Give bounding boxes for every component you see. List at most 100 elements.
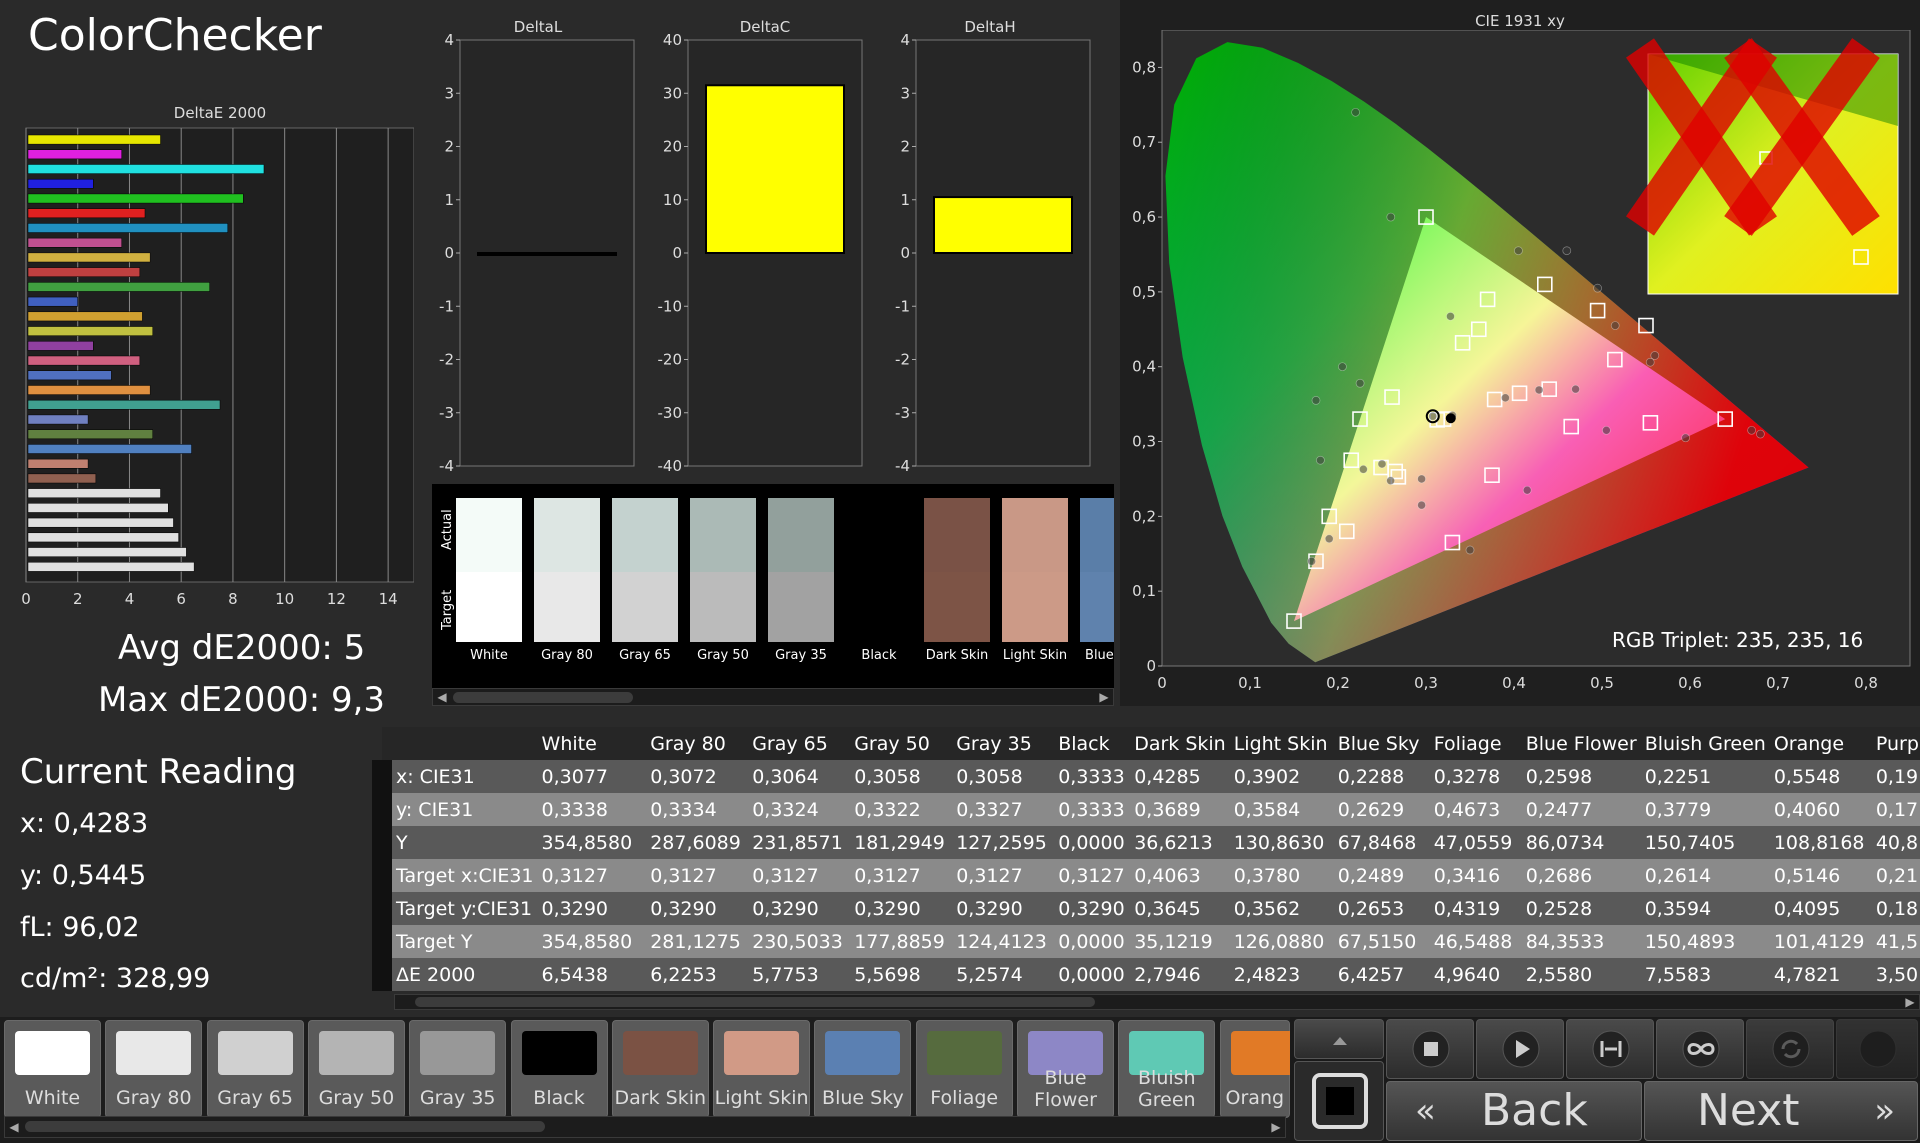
- patch-button[interactable]: Blue Sky: [814, 1020, 912, 1118]
- chevron-left-icon: «: [1415, 1091, 1436, 1131]
- deltae-bar: [27, 178, 94, 189]
- cie-y-tick-label: 0,1: [1132, 582, 1156, 600]
- swatch-scroll-thumb[interactable]: [453, 692, 633, 703]
- record-button[interactable]: [1294, 1061, 1384, 1141]
- swatch-label: White: [470, 648, 508, 663]
- table-cell: 0,3645: [1130, 892, 1230, 925]
- patch-chip: [926, 1031, 1002, 1075]
- deltac-tick-label: -40: [658, 457, 683, 475]
- cie-x-tick-label: 0,3: [1414, 674, 1438, 692]
- table-row: x: CIE31 0,3077 0,3072 0,3064 0,3058 0,3058 0,…: [372, 760, 1920, 793]
- table-scroll-right-icon[interactable]: ▶: [1903, 995, 1917, 1009]
- play-button[interactable]: [1476, 1019, 1564, 1079]
- patch-scroll-left-icon[interactable]: ◀: [7, 1117, 21, 1137]
- patch-button[interactable]: Gray 65: [206, 1020, 304, 1118]
- deltal-bar: [477, 252, 617, 256]
- deltah-tick-label: 0: [900, 244, 910, 262]
- table-cell: 0,3290: [952, 892, 1055, 925]
- table-cell: 0,3322: [850, 793, 953, 826]
- cie-measured-dot: [1501, 393, 1510, 403]
- scroll-right-icon[interactable]: ▶: [1097, 689, 1111, 705]
- swatch-label: Light Skin: [1002, 648, 1068, 663]
- fit-icon: [1592, 1030, 1630, 1068]
- table-row: Target y:CIE31 0,3290 0,3290 0,3290 0,3290 0,…: [372, 892, 1920, 925]
- table-cell: 4,7821: [1769, 958, 1872, 991]
- table-cell: 2,7946: [1130, 958, 1230, 991]
- deltac-tick-label: 20: [663, 138, 682, 156]
- cie-measured-dot: [1593, 283, 1602, 293]
- patch-button[interactable]: Light Skin: [713, 1020, 811, 1118]
- fit-button[interactable]: [1566, 1019, 1654, 1079]
- table-cell: 0,3127: [748, 859, 851, 892]
- patch-button[interactable]: Gray 80: [105, 1020, 203, 1118]
- swatch-label: Black: [861, 648, 897, 663]
- cie-x-tick-label: 0,6: [1678, 674, 1702, 692]
- table-scroll-thumb[interactable]: [415, 997, 1095, 1007]
- patch-button[interactable]: Blue Flower: [1017, 1020, 1114, 1118]
- table-cell: 0,5146: [1769, 859, 1872, 892]
- loop-button[interactable]: [1656, 1019, 1744, 1079]
- up-button[interactable]: [1294, 1019, 1384, 1059]
- table-cell: 46,5488: [1429, 925, 1522, 958]
- table-row-label: Target y:CIE31: [372, 892, 538, 925]
- swatch-scrollbar[interactable]: ◀ ▶: [432, 688, 1114, 706]
- refresh-button[interactable]: [1746, 1019, 1834, 1079]
- patch-button[interactable]: Foliage: [915, 1020, 1013, 1118]
- deltae-bar: [27, 517, 174, 528]
- current-reading-title: Current Reading: [20, 752, 297, 792]
- patch-button[interactable]: Black: [510, 1020, 608, 1118]
- cie-measured-dot: [1514, 246, 1523, 256]
- patch-scroll-right-icon[interactable]: ▶: [1269, 1117, 1283, 1137]
- patch-chip: [116, 1031, 192, 1075]
- back-button[interactable]: « Back: [1386, 1081, 1642, 1141]
- swatch-target: [690, 572, 756, 642]
- patch-button[interactable]: Bluish Green: [1118, 1020, 1216, 1118]
- table-cell: 0,2614: [1640, 859, 1770, 892]
- deltal-tick-label: 3: [444, 84, 454, 102]
- refresh-icon: [1772, 1030, 1810, 1068]
- patch-scrollbar[interactable]: ◀ ▶: [4, 1116, 1286, 1138]
- scroll-left-icon[interactable]: ◀: [435, 689, 449, 705]
- patch-button[interactable]: Orang: [1219, 1020, 1306, 1118]
- swatch-label: Blue Sky: [1085, 648, 1114, 663]
- table-cell: 0,4060: [1769, 793, 1872, 826]
- deltae-bar: [27, 149, 122, 160]
- deltal-chart: 4 3 2 1 0 -1 -2 -3 -4: [439, 31, 635, 475]
- swatch-actual: [1080, 498, 1114, 572]
- table-cell: 101,4129: [1769, 925, 1872, 958]
- table-cell: 124,4123: [952, 925, 1055, 958]
- deltae-tick-label: 14: [379, 590, 398, 608]
- table-cell: 0,3127: [537, 859, 647, 892]
- table-cell: 2,4823: [1229, 958, 1334, 991]
- table-scrollbar[interactable]: ▶: [394, 994, 1920, 1010]
- cie-measured-dot: [1351, 107, 1360, 117]
- swatch-actual: [768, 498, 834, 572]
- patch-button[interactable]: Gray 35: [409, 1020, 507, 1118]
- deltae-bar: [27, 237, 122, 248]
- deltae-title: DeltaE 2000: [173, 104, 267, 122]
- patch-button[interactable]: Gray 50: [307, 1020, 405, 1118]
- deltae-bar: [27, 208, 146, 219]
- cie-measured-dot: [1522, 485, 1532, 495]
- patch-button[interactable]: Dark Skin: [611, 1020, 709, 1118]
- table-cell: 0,3779: [1640, 793, 1770, 826]
- deltah-tick-label: -4: [895, 457, 910, 475]
- table-cell: 0,2489: [1333, 859, 1430, 892]
- table-cell: 7,5583: [1640, 958, 1770, 991]
- swatch-label: Dark Skin: [925, 648, 989, 663]
- cie-measured-dot: [1650, 351, 1660, 360]
- deltae-bar: [27, 532, 179, 543]
- next-button[interactable]: Next »: [1644, 1081, 1918, 1141]
- patch-scroll-thumb[interactable]: [25, 1121, 545, 1132]
- deltae-tick-label: 4: [125, 590, 135, 608]
- deltae-bar: [27, 458, 89, 469]
- cie-x-tick-label: 0,1: [1238, 674, 1262, 692]
- disabled-button[interactable]: [1836, 1019, 1918, 1079]
- patch-button[interactable]: White: [4, 1020, 101, 1118]
- table-cell: 35,1219: [1130, 925, 1230, 958]
- swatch-actual: [690, 498, 756, 572]
- table-cell: 0,0000: [1054, 958, 1131, 991]
- stop-button[interactable]: [1386, 1019, 1474, 1079]
- table-cell: 0,18: [1871, 892, 1920, 925]
- deltae-bar: [27, 547, 187, 557]
